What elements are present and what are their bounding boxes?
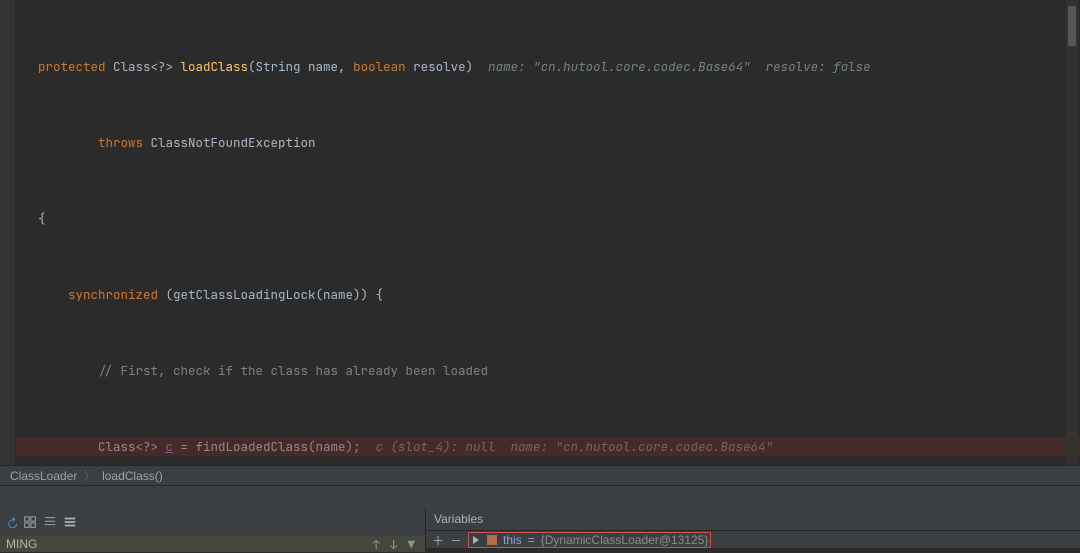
- scroll-thumb[interactable]: [1068, 6, 1076, 46]
- remove-watch-icon[interactable]: －: [450, 532, 462, 549]
- editor-scrollbar[interactable]: [1066, 0, 1078, 465]
- expand-icon[interactable]: [471, 535, 481, 545]
- variables-toolbar-row: ＋ － this = {DynamicClassLoader@13125}: [426, 531, 1080, 549]
- frames-wide-icon[interactable]: [63, 515, 77, 529]
- code-line[interactable]: throws ClassNotFoundException: [16, 133, 1080, 152]
- breadcrumb-sep: 〉: [84, 469, 96, 483]
- filter-icon[interactable]: ▼: [407, 536, 415, 553]
- show-frames-icon[interactable]: [23, 515, 37, 529]
- arrow-up-icon[interactable]: ↑: [372, 536, 380, 553]
- code-line[interactable]: synchronized (getClassLoadingLock(name))…: [16, 285, 1080, 304]
- editor-gutter: [0, 0, 16, 465]
- variable-this[interactable]: this = {DynamicClassLoader@13125}: [468, 532, 711, 548]
- code-editor[interactable]: protected Class<?> loadClass(String name…: [0, 0, 1080, 465]
- object-icon: [487, 535, 497, 545]
- arrow-down-icon[interactable]: ↓: [390, 536, 398, 553]
- inline-hint: name: "cn.hutool.core.codec.Base64" reso…: [473, 58, 871, 75]
- variables-header: Variables: [425, 508, 1080, 530]
- breadcrumb-class[interactable]: ClassLoader: [10, 469, 77, 483]
- frame-nav-tools: ↑ ↓ ▼: [372, 536, 415, 552]
- breadcrumb[interactable]: ClassLoader 〉 loadClass(): [0, 465, 1080, 485]
- frames-list-icon[interactable]: [43, 515, 57, 529]
- restart-icon[interactable]: [3, 515, 17, 529]
- debugger-toolbar: [3, 512, 77, 532]
- breadcrumb-method[interactable]: loadClass(): [102, 469, 163, 483]
- debugger-panel: MING ↑ ↓ ▼ Variables ＋ － this = {Dynamic…: [0, 485, 1080, 548]
- code-line[interactable]: {: [16, 209, 1080, 228]
- code-line[interactable]: Class<?> c = findLoadedClass(name); c (s…: [16, 437, 1080, 456]
- code-area[interactable]: protected Class<?> loadClass(String name…: [16, 0, 1080, 465]
- add-watch-icon[interactable]: ＋: [432, 532, 444, 549]
- inline-hint: c (slot_4): null name: "cn.hutool.core.c…: [361, 438, 774, 455]
- variables-body[interactable]: ＋ － this = {DynamicClassLoader@13125}: [425, 530, 1080, 548]
- code-line[interactable]: protected Class<?> loadClass(String name…: [16, 57, 1080, 76]
- code-line[interactable]: // First, check if the class has already…: [16, 361, 1080, 380]
- frames-dropdown[interactable]: MING: [0, 536, 425, 552]
